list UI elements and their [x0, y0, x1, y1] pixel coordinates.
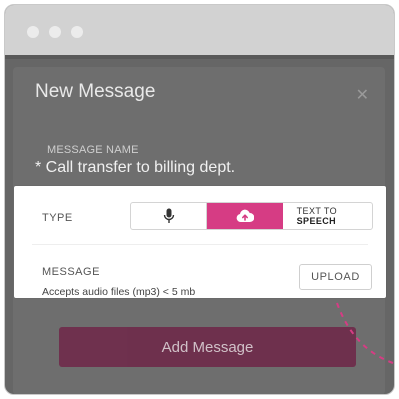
type-segmented-control: TEXT TO SPEECH: [130, 202, 373, 230]
type-option-upload[interactable]: [207, 203, 283, 229]
window-titlebar: [5, 5, 394, 55]
add-message-label: Add Message: [161, 338, 254, 356]
message-hint: Accepts audio files (mp3) < 5 mb: [42, 286, 196, 298]
upload-button[interactable]: UPLOAD: [299, 264, 372, 290]
message-name-field[interactable]: * Call transfer to billing dept.: [35, 159, 235, 177]
type-message-card: TYPE TEXT TO SPEECH MESSAGE Accepts audi…: [14, 186, 386, 298]
add-message-button[interactable]: Add Message: [59, 327, 356, 367]
decorative-dashed-curve: [336, 302, 394, 364]
window-maximize-control[interactable]: [71, 26, 83, 38]
modal-title: New Message: [35, 81, 156, 102]
titlebar-shadow: [5, 55, 394, 59]
close-icon[interactable]: ✕: [356, 85, 369, 105]
tts-label-top: TEXT TO: [296, 206, 337, 216]
type-option-text-to-speech[interactable]: TEXT TO SPEECH: [283, 203, 372, 229]
window-minimize-control[interactable]: [49, 26, 61, 38]
microphone-icon: [163, 208, 174, 223]
window-close-control[interactable]: [27, 26, 39, 38]
type-option-record[interactable]: [131, 203, 208, 229]
card-divider: [32, 244, 368, 245]
tts-label-bottom: SPEECH: [296, 216, 337, 226]
message-label: MESSAGE: [42, 266, 100, 278]
message-name-label: MESSAGE NAME: [47, 144, 139, 156]
type-label: TYPE: [42, 212, 73, 224]
cloud-upload-icon: [236, 209, 254, 222]
